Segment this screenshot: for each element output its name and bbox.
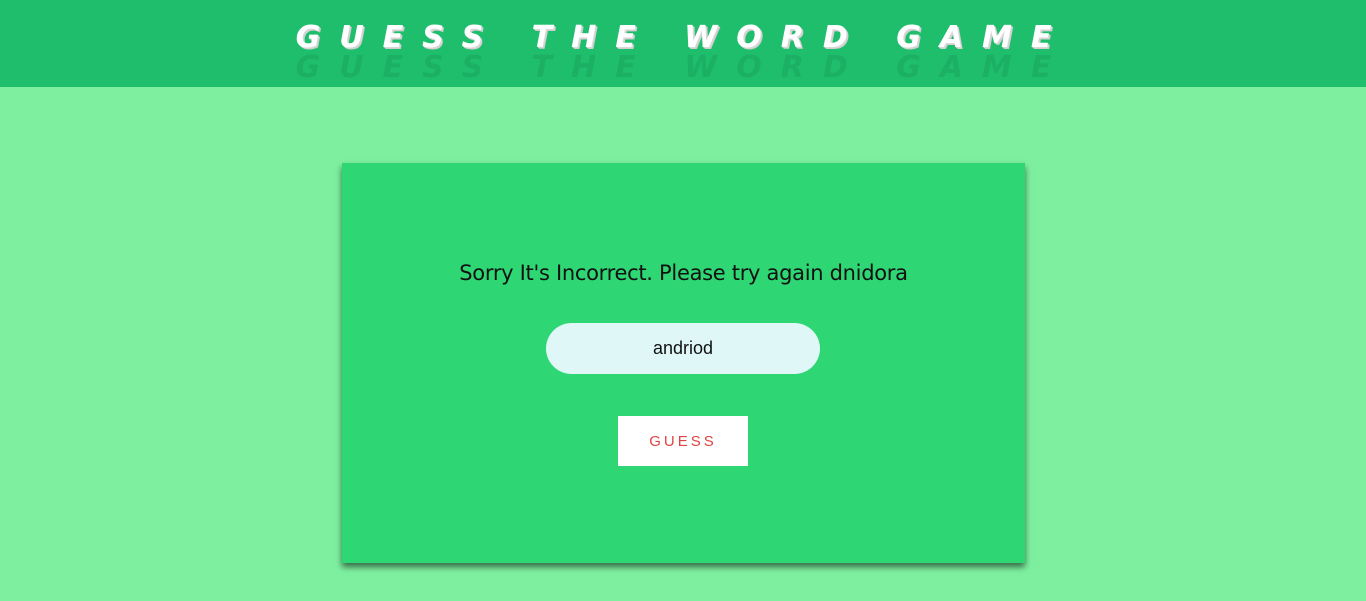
page-title-reflection: GUESS THE WORD GAME	[295, 50, 1071, 82]
header-bar: GUESS THE WORD GAME GUESS THE WORD GAME	[0, 0, 1366, 87]
result-message: Sorry It's Incorrect. Please try again d…	[459, 261, 908, 285]
guess-button[interactable]: GUESS	[618, 416, 748, 466]
guess-input[interactable]	[546, 323, 820, 374]
game-card: Sorry It's Incorrect. Please try again d…	[342, 163, 1025, 563]
